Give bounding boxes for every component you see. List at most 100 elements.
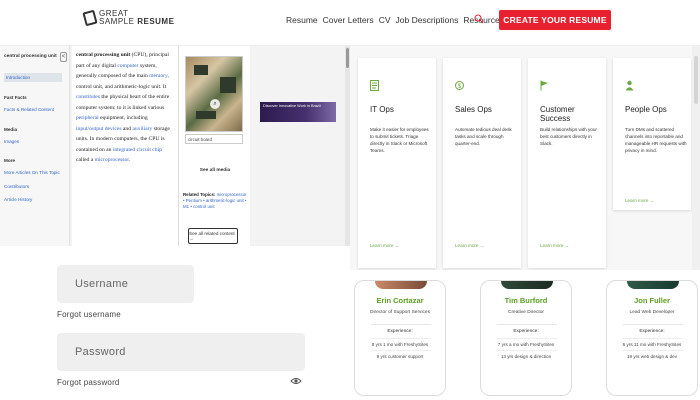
sidebar-item-history[interactable]: Article History <box>4 197 32 202</box>
dollar-icon: $ <box>455 81 464 90</box>
page: GREAT SAMPLE RESUME Resume Cover Letters… <box>0 0 700 400</box>
main-nav: Resume Cover Letters CV Job Descriptions… <box>286 15 504 25</box>
figure-caption: circuit board <box>185 134 243 144</box>
feature-description: Turn DMs and scattered channels into rep… <box>625 127 687 153</box>
scrollbar-thumb[interactable] <box>346 48 349 68</box>
sidebar-item-more-articles[interactable]: More Articles On This Topic <box>4 170 60 175</box>
experience-line: 7 yrs a mo with FreshySites <box>497 342 555 347</box>
scrollbar-thumb[interactable] <box>694 56 698 104</box>
sidebar-item-facts[interactable]: Facts & Related Content <box>4 107 54 112</box>
divider <box>623 324 683 325</box>
link-computer[interactable]: computer <box>117 63 138 69</box>
link-peripheral[interactable]: peripheral <box>76 115 99 121</box>
features-section: IT Ops Make it easier for employees to s… <box>350 46 700 270</box>
team-member-name: Tim Burford <box>504 296 548 305</box>
password-field[interactable]: Password <box>57 333 305 371</box>
related-topics: Related Topics: microprocessor • Pentium… <box>183 192 249 210</box>
show-password-eye-icon[interactable] <box>290 377 302 385</box>
article-term: central processing unit <box>76 52 131 58</box>
search-icon[interactable] <box>474 14 484 24</box>
team-section: Erin Cortazar Director of Support Servic… <box>350 270 700 400</box>
team-card: Erin Cortazar Director of Support Servic… <box>354 280 446 396</box>
link-memory[interactable]: memory <box>149 73 167 79</box>
logo-line-3: RESUME <box>137 17 175 26</box>
team-member-role: Lead Web Developer <box>629 310 675 315</box>
article-sidebar: central processing unit < Introduction F… <box>0 46 70 246</box>
link-integrated-circuit[interactable]: integrated circuit chip <box>113 147 162 153</box>
sidebar-item-contributors[interactable]: Contributors <box>4 184 29 189</box>
sidebar-head-media: Media <box>4 127 18 132</box>
see-all-media-link[interactable]: See all media <box>179 168 251 173</box>
sidebar-head-fast-facts: Fast Facts <box>4 95 27 100</box>
learn-more-link[interactable]: Learn more → <box>540 243 569 248</box>
article-text: equipment, including <box>98 115 148 121</box>
chip-shape <box>220 77 236 93</box>
forgot-password-link[interactable]: Forgot password <box>57 378 120 387</box>
chip-shape <box>194 65 208 75</box>
avatar <box>627 281 679 289</box>
username-field[interactable]: Username <box>57 265 194 303</box>
nav-cv[interactable]: CV <box>379 15 391 25</box>
logo-mark-icon <box>82 9 98 27</box>
nav-cover-letters[interactable]: Cover Letters <box>323 15 374 25</box>
feature-card-customer-success[interactable]: Customer Success Build relationships wit… <box>528 58 606 268</box>
login-form: Username Forgot username Password Forgot… <box>0 246 350 400</box>
sidebar-item-introduction[interactable]: Introduction <box>4 73 62 82</box>
link-io-devices[interactable]: input/output devices <box>76 126 122 132</box>
article-panel: central processing unit < Introduction F… <box>0 46 350 246</box>
chip-shape <box>196 111 216 119</box>
avatar <box>375 281 427 289</box>
article-text: and <box>121 125 133 132</box>
team-member-role: Creative Director <box>508 310 544 315</box>
experience-line: 8 yrs 1 mo with FreshySites <box>371 342 429 347</box>
experience-label: Experience: <box>639 329 665 334</box>
features-scrollbar[interactable] <box>692 46 700 270</box>
learn-more-link[interactable]: Learn more → <box>625 198 654 203</box>
experience-line: 13 yrs design & direction <box>500 354 552 359</box>
divider <box>623 338 683 339</box>
article-figure: ⌕ circuit board See all media Related To… <box>178 46 250 246</box>
feature-card-people-ops[interactable]: People Ops Turn DMs and scattered channe… <box>613 58 691 210</box>
divider <box>623 350 683 351</box>
team-member-name: Erin Cortazar <box>376 296 424 305</box>
collapse-sidebar-button[interactable]: < <box>60 52 67 62</box>
article-body: central processing unit (CPU), principal… <box>72 46 178 246</box>
link-constitutes[interactable]: constitutes <box>76 94 100 100</box>
sidebar-head-more: More <box>4 158 15 163</box>
ad-banner[interactable]: Discover Innovative Work in Brazil <box>260 102 336 122</box>
feature-description: Build relationships with your best custo… <box>540 127 597 146</box>
logo-line-2: SAMPLE <box>99 17 135 26</box>
create-resume-button[interactable]: CREATE YOUR RESUME <box>499 10 611 30</box>
circuit-board-image[interactable]: ⌕ <box>185 56 243 132</box>
learn-more-link[interactable]: Learn more → <box>370 243 399 248</box>
sidebar-title: central processing unit <box>4 54 57 59</box>
divider <box>371 350 431 351</box>
feature-title: IT Ops <box>370 105 394 114</box>
learn-more-link[interactable]: Learn more → <box>455 243 484 248</box>
sidebar-item-images[interactable]: Images <box>4 139 19 144</box>
divider <box>371 324 431 325</box>
team-card: Jon Fuller Lead Web Developer Experience… <box>606 280 698 396</box>
zoom-icon[interactable]: ⌕ <box>210 99 220 109</box>
avatar <box>501 281 553 289</box>
link-auxiliary[interactable]: auxiliary <box>132 126 152 132</box>
forgot-username-link[interactable]: Forgot username <box>57 310 121 319</box>
feature-description: Make it easier for employees to submit t… <box>370 127 429 153</box>
team-member-role: Director of Support Services <box>370 310 430 315</box>
flag-icon <box>540 80 548 91</box>
see-all-related-button[interactable]: See all related content → <box>188 228 238 244</box>
feature-title: Customer Success <box>540 105 575 123</box>
document-icon <box>370 80 379 91</box>
link-microprocessor[interactable]: microprocessor <box>95 157 129 163</box>
site-logo[interactable]: GREAT SAMPLE RESUME <box>82 9 175 27</box>
experience-line: 6 yrs 11 mo with FreshySites <box>622 342 682 347</box>
feature-card-it-ops[interactable]: IT Ops Make it easier for employees to s… <box>358 58 436 268</box>
article-text: . <box>128 157 131 163</box>
article-text: called a <box>76 157 95 163</box>
team-card: Tim Burford Creative Director Experience… <box>480 280 572 396</box>
team-member-name: Jon Fuller <box>634 296 670 305</box>
nav-job-descriptions[interactable]: Job Descriptions <box>396 15 459 25</box>
feature-card-sales-ops[interactable]: $ Sales Ops Automate tedious deal desk t… <box>443 58 521 268</box>
nav-resume[interactable]: Resume <box>286 15 318 25</box>
experience-line: 19 yrs web design & dev <box>626 354 678 359</box>
